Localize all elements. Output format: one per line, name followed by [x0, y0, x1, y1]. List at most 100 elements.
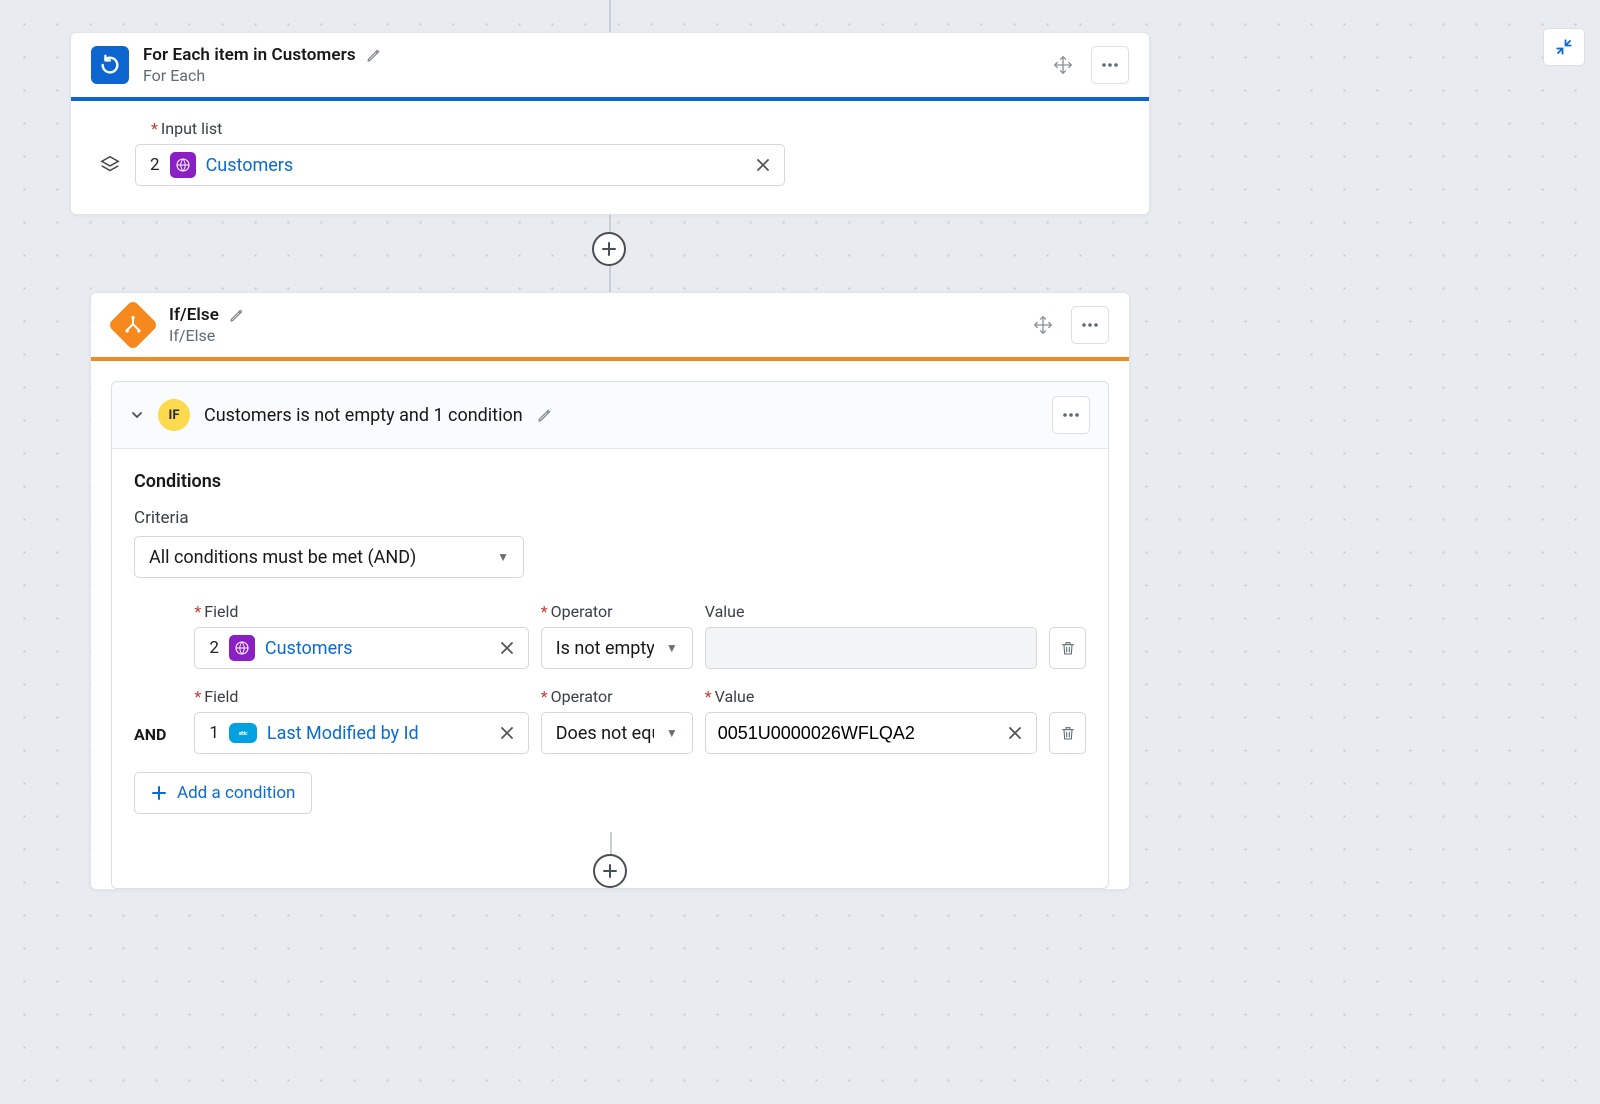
required-marker: *	[541, 687, 548, 706]
conditions-grid: *Field 2 Customers	[134, 602, 1086, 754]
layers-icon	[99, 154, 121, 176]
chevron-down-icon	[130, 408, 144, 422]
input-list-label: Input list	[161, 119, 222, 138]
input-list-field[interactable]: 2 Customers	[135, 144, 785, 186]
ifelse-step-card: If/Else If/Else	[90, 292, 1130, 890]
value-label: Value	[705, 602, 745, 621]
foreach-drag-handle[interactable]	[1053, 55, 1077, 75]
input-list-clear-button[interactable]	[752, 154, 774, 176]
pencil-icon	[366, 47, 382, 63]
trash-icon	[1060, 639, 1076, 657]
condition-field-step: 2	[209, 638, 219, 658]
grid-chip-icon	[170, 152, 196, 178]
ifelse-more-button[interactable]	[1071, 306, 1109, 344]
condition-value-input-disabled	[705, 627, 1037, 669]
move-icon	[1053, 55, 1073, 75]
if-branch: IF Customers is not empty and 1 conditio…	[111, 381, 1109, 889]
collapse-canvas-button[interactable]	[1543, 28, 1585, 66]
condition-delete-button[interactable]	[1049, 627, 1086, 669]
ifelse-rename-button[interactable]	[229, 307, 245, 323]
ifelse-step-icon	[108, 300, 159, 351]
foreach-step-icon	[91, 46, 129, 84]
value-label: Value	[715, 687, 755, 706]
condition-field-clear[interactable]	[496, 722, 518, 744]
chevron-down-icon: ▼	[666, 726, 678, 740]
more-icon	[1101, 62, 1119, 68]
pencil-icon	[229, 307, 245, 323]
close-icon	[500, 641, 514, 655]
condition-operator-value: Does not equ	[556, 723, 654, 744]
foreach-title: For Each item in Customers	[143, 45, 356, 65]
condition-field-value: Customers	[265, 638, 353, 659]
ifelse-title: If/Else	[169, 305, 219, 325]
connector-line-top	[609, 0, 611, 34]
branch-collapse-toggle[interactable]	[130, 408, 144, 422]
condition-value-input[interactable]	[705, 712, 1037, 754]
foreach-header: For Each item in Customers For Each	[71, 33, 1149, 97]
operator-label: Operator	[551, 687, 613, 706]
condition-value-text[interactable]	[716, 722, 994, 745]
close-icon	[1008, 726, 1022, 740]
more-icon	[1062, 412, 1080, 418]
condition-delete-button[interactable]	[1049, 712, 1086, 754]
close-icon	[756, 158, 770, 172]
branch-footer	[112, 832, 1108, 888]
branch-rename-button[interactable]	[537, 407, 553, 423]
criteria-select[interactable]: All conditions must be met (AND) ▼	[134, 536, 524, 578]
plus-icon	[602, 863, 618, 879]
required-marker: *	[151, 119, 158, 138]
required-marker: *	[705, 687, 712, 706]
criteria-value: All conditions must be met (AND)	[149, 547, 416, 568]
ifelse-header: If/Else If/Else	[91, 293, 1129, 357]
condition-field-input[interactable]: 2 Customers	[194, 627, 528, 669]
ifelse-subtitle: If/Else	[169, 326, 245, 345]
pencil-icon	[537, 407, 553, 423]
condition-operator-select[interactable]: Does not equ ▼	[541, 712, 693, 754]
input-list-value: Customers	[206, 155, 294, 176]
add-step-button-1[interactable]	[592, 232, 626, 266]
chevron-down-icon: ▼	[666, 641, 678, 655]
condition-operator-value: Is not empty	[556, 638, 654, 659]
add-step-button-branch[interactable]	[593, 854, 627, 888]
add-condition-button[interactable]: Add a condition	[134, 772, 312, 814]
ifelse-title-column: If/Else If/Else	[169, 305, 245, 345]
required-marker: *	[194, 602, 201, 621]
add-condition-label: Add a condition	[177, 783, 295, 803]
branch-body: Conditions Criteria All conditions must …	[112, 449, 1108, 832]
grid-chip-icon	[229, 635, 255, 661]
flow-canvas: For Each item in Customers For Each	[0, 0, 1600, 1104]
condition-join: AND	[134, 725, 182, 754]
branch-icon	[123, 315, 143, 335]
condition-field-clear[interactable]	[496, 637, 518, 659]
conditions-heading: Conditions	[134, 471, 1086, 492]
required-marker: *	[194, 687, 201, 706]
close-icon	[500, 726, 514, 740]
condition-operator-select[interactable]: Is not empty ▼	[541, 627, 693, 669]
condition-value-clear[interactable]	[1004, 722, 1026, 744]
condition-row: *Field 2 Customers	[134, 602, 1086, 669]
condition-row: AND *Field 1 sfdc Last Modified by Id	[134, 687, 1086, 754]
branch-summary: Customers is not empty and 1 condition	[204, 405, 523, 426]
foreach-rename-button[interactable]	[366, 47, 382, 63]
input-list-step-number: 2	[150, 155, 160, 175]
ifelse-drag-handle[interactable]	[1033, 315, 1057, 335]
plus-icon	[601, 241, 617, 257]
if-badge: IF	[158, 399, 190, 431]
plus-icon	[151, 785, 167, 801]
required-marker: *	[541, 602, 548, 621]
criteria-label: Criteria	[134, 508, 1086, 528]
condition-join	[134, 659, 182, 669]
foreach-more-button[interactable]	[1091, 46, 1129, 84]
condition-field-input[interactable]: 1 sfdc Last Modified by Id	[194, 712, 528, 754]
salesforce-chip-icon: sfdc	[229, 723, 257, 743]
foreach-subtitle: For Each	[143, 66, 382, 85]
collapse-icon	[1555, 38, 1573, 56]
move-icon	[1033, 315, 1053, 335]
foreach-step-card: For Each item in Customers For Each	[70, 32, 1150, 215]
if-branch-header: IF Customers is not empty and 1 conditio…	[112, 382, 1108, 449]
svg-text:sfdc: sfdc	[239, 731, 248, 737]
field-label: Field	[204, 602, 238, 621]
condition-field-step: 1	[209, 723, 219, 743]
branch-more-button[interactable]	[1052, 396, 1090, 434]
loop-icon	[99, 54, 121, 76]
